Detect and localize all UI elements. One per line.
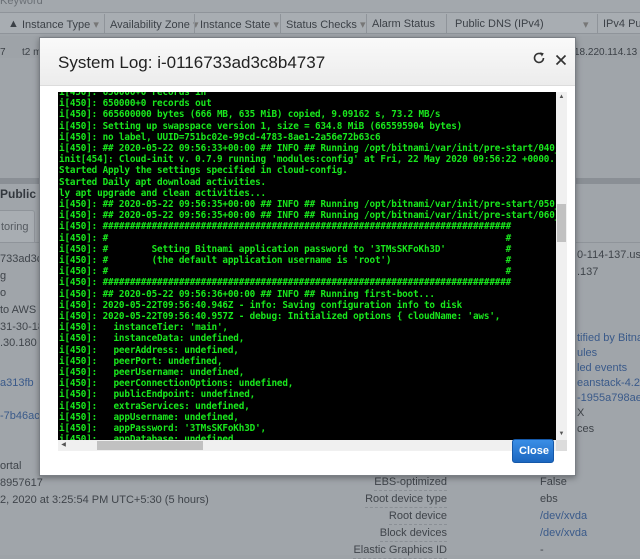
detail-value: ces bbox=[577, 423, 595, 435]
detail-value: ortal bbox=[0, 460, 22, 472]
scroll-up-arrow-icon[interactable]: ▲ bbox=[556, 92, 567, 103]
column-header-instance-type[interactable]: Instance Type ▾ bbox=[22, 18, 99, 31]
vertical-scrollbar[interactable]: ▲ ▼ bbox=[556, 92, 567, 440]
system-log-viewer: i[450]: 650000+0 records in i[450]: 6500… bbox=[58, 92, 567, 451]
detail-link[interactable]: tified by Bitnar bbox=[577, 332, 640, 344]
log-output[interactable]: i[450]: 650000+0 records in i[450]: 6500… bbox=[58, 92, 556, 440]
scroll-down-arrow-icon[interactable]: ▼ bbox=[556, 429, 567, 440]
detail-value: 8957617 bbox=[0, 477, 43, 489]
log-line: i[450]: ## 2020-05-22 09:56:35+00:00 ## … bbox=[59, 199, 556, 211]
column-header-status-checks[interactable]: Status Checks ▾ bbox=[280, 14, 366, 34]
close-dialog-button[interactable] bbox=[551, 51, 571, 71]
detail-link[interactable]: led events bbox=[577, 362, 627, 374]
detail-link[interactable]: -1955a798aef bbox=[577, 392, 640, 404]
detail-value: .137 bbox=[577, 266, 599, 278]
detail-link[interactable]: eanstack-4.2.6 bbox=[577, 377, 640, 389]
column-header-availability-zone[interactable]: Availability Zone ▾ bbox=[104, 14, 199, 34]
detail-label-ebs-optimized: EBS-optimized bbox=[374, 476, 447, 491]
log-line: i[450]: 650000+0 records out bbox=[59, 98, 212, 110]
detail-label-block-devices: Block devices bbox=[379, 527, 447, 542]
detail-label-root-device-type: Root device type bbox=[365, 493, 447, 508]
public-ip-cell: 18.220.114.13 bbox=[574, 47, 638, 58]
close-button[interactable]: Close bbox=[512, 439, 554, 463]
dialog-header: System Log: i-0116733ad3c8b4737 bbox=[40, 38, 575, 86]
log-line: Started Apply the settings specified in … bbox=[59, 165, 348, 177]
log-line: i[450]: instanceTier: 'main', bbox=[59, 322, 228, 334]
horizontal-scrollbar[interactable]: ◀ ▶ bbox=[58, 440, 556, 451]
log-line: i[450]: ## 2020-05-22 09:56:33+00:00 ## … bbox=[59, 143, 556, 155]
log-line: i[450]: peerPort: undefined, bbox=[59, 355, 223, 367]
column-header-public-dns[interactable]: Public DNS (IPv4) bbox=[446, 14, 544, 34]
detail-value-root-device-type: ebs bbox=[540, 493, 558, 505]
log-line: i[450]: # # bbox=[59, 266, 512, 278]
log-line: i[450]: ################################… bbox=[59, 221, 512, 233]
log-line: i[450]: # Setting Bitnami application pa… bbox=[59, 243, 512, 255]
vertical-scroll-thumb[interactable] bbox=[557, 204, 566, 242]
detail-value: o bbox=[0, 287, 7, 299]
scrollbar-corner bbox=[556, 440, 567, 451]
tab-monitoring[interactable]: toring bbox=[0, 210, 35, 242]
detail-value-ebs-optimized: False bbox=[540, 476, 567, 488]
column-sort-icon[interactable]: ▾ bbox=[583, 18, 589, 31]
refresh-icon bbox=[532, 52, 546, 69]
log-line: i[450]: 665600000 bytes (666 MB, 635 MiB… bbox=[59, 109, 441, 121]
horizontal-scroll-thumb[interactable] bbox=[97, 441, 203, 450]
log-line: i[450]: 2020-05-22T09:56:40.957Z - debug… bbox=[59, 311, 501, 323]
log-line: ly apt upgrade and clean activities... bbox=[59, 187, 266, 199]
close-icon bbox=[555, 51, 567, 70]
detail-value: .30.180 bbox=[0, 337, 37, 349]
detail-label-root-device: Root device bbox=[388, 510, 447, 525]
column-header-alarm-status[interactable]: Alarm Status bbox=[366, 14, 435, 34]
log-line: i[450]: extraServices: undefined, bbox=[59, 400, 250, 412]
log-line: i[450]: Setting up swapspace version 1, … bbox=[59, 120, 463, 132]
log-line: i[450]: publicEndpoint: undefined, bbox=[59, 389, 256, 401]
search-placeholder: Keyword bbox=[0, 0, 43, 7]
detail-value: g bbox=[0, 270, 7, 282]
column-header-instance-state[interactable]: Instance State ▾ bbox=[194, 14, 279, 34]
log-line: i[450]: peerAddress: undefined, bbox=[59, 344, 239, 356]
log-line: i[450]: peerUsername: undefined, bbox=[59, 367, 245, 379]
sort-caret-icon[interactable]: ▲ bbox=[8, 18, 19, 30]
log-line: i[450]: 2020-05-22T09:56:40.946Z - info:… bbox=[59, 299, 463, 311]
detail-value: 31-30-18 bbox=[0, 321, 45, 333]
log-line: i[450]: ## 2020-05-22 09:56:36+00:00 ## … bbox=[59, 288, 435, 300]
instance-id-cell: 7 bbox=[0, 47, 6, 58]
log-line: i[450]: ## 2020-05-22 09:56:35+00:00 ## … bbox=[59, 210, 556, 222]
log-line: i[450]: instanceData: undefined, bbox=[59, 333, 245, 345]
log-line: i[450]: # # bbox=[59, 232, 512, 244]
dialog-title: System Log: i-0116733ad3c8b4737 bbox=[58, 53, 326, 72]
log-line: init[454]: Cloud-init v. 0.7.9 running '… bbox=[59, 154, 555, 166]
detail-link-root-device[interactable]: /dev/xvda bbox=[540, 510, 587, 522]
log-line: i[450]: no label, UUID=751bc02e-99cd-478… bbox=[59, 131, 381, 143]
system-log-dialog: System Log: i-0116733ad3c8b4737 i[450]: … bbox=[39, 37, 576, 476]
log-text: i[450]: 650000+0 records in i[450]: 6500… bbox=[58, 92, 556, 440]
detail-link[interactable]: a313fb bbox=[0, 377, 34, 389]
instances-table-header: ▲ Instance Type ▾ Availability Zone ▾ In… bbox=[0, 12, 640, 34]
log-line: i[450]: appPassword: '3TMsSKFoKh3D', bbox=[59, 423, 266, 435]
log-line: i[450]: # (the default application usern… bbox=[59, 255, 512, 267]
detail-link[interactable]: ules bbox=[577, 347, 597, 359]
launch-time-value: 2, 2020 at 3:25:54 PM UTC+5:30 (5 hours) bbox=[0, 494, 209, 506]
log-line: i[450]: ################################… bbox=[59, 277, 512, 289]
column-header-ipv4-public-ip[interactable]: IPv4 Public IP bbox=[597, 14, 640, 34]
refresh-button[interactable] bbox=[529, 51, 549, 71]
detail-label-elastic-graphics-id: Elastic Graphics ID bbox=[353, 544, 447, 559]
detail-value: 0-114-137.us-e bbox=[577, 249, 640, 261]
scroll-left-arrow-icon[interactable]: ◀ bbox=[58, 440, 69, 451]
log-line: Started Daily apt download activities. bbox=[59, 176, 266, 188]
log-line: i[450]: 650000+0 records in bbox=[59, 92, 207, 98]
detail-value: X bbox=[577, 407, 585, 419]
log-line: i[450]: peerConnectionOptions: undefined… bbox=[59, 378, 294, 390]
detail-link-block-devices[interactable]: /dev/xvda bbox=[540, 527, 587, 539]
log-line: i[450]: appUsername: undefined, bbox=[59, 411, 239, 423]
detail-value-elastic-graphics-id: - bbox=[540, 544, 544, 556]
